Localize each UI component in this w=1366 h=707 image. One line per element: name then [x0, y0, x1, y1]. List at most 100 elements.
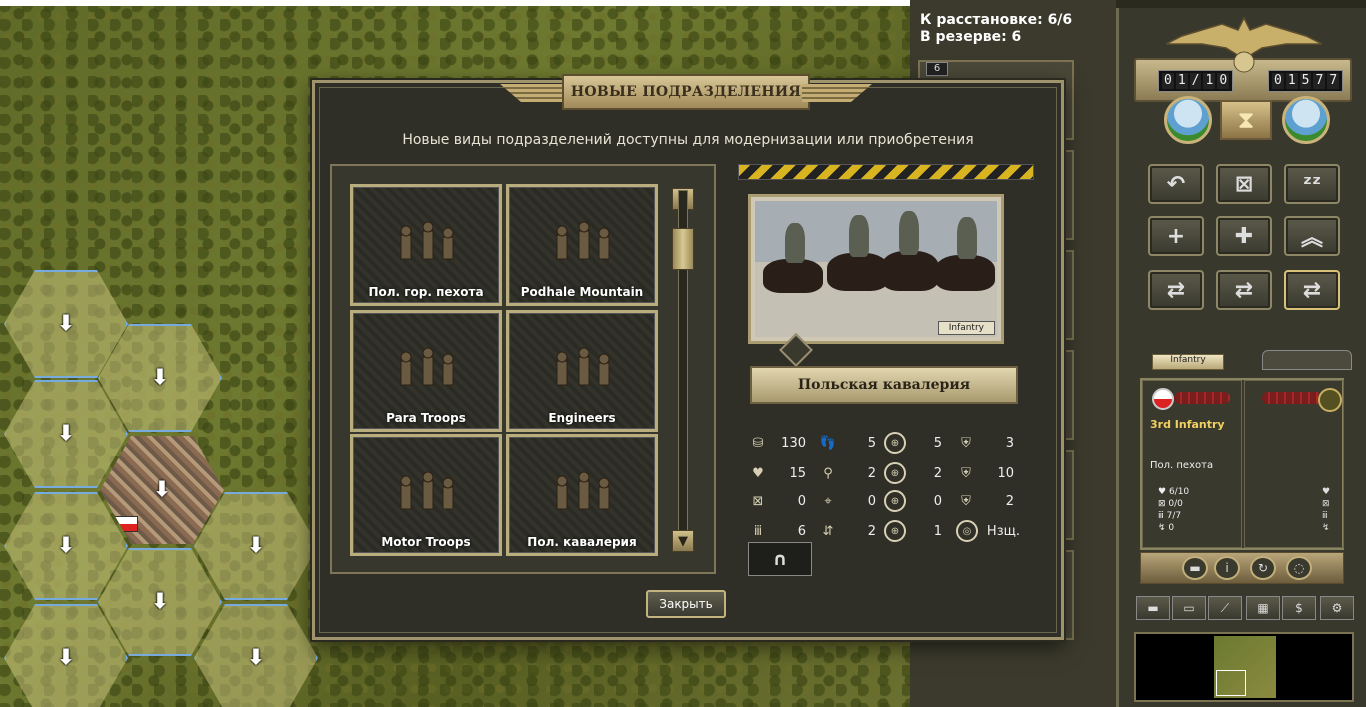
disband-button[interactable]: ⊠	[1216, 164, 1272, 204]
ammo-icon: ⅲ	[753, 523, 763, 539]
binoculars-icon: ⚲	[823, 465, 833, 481]
grid-toggle-button[interactable]: ▦	[1246, 596, 1280, 620]
turn-digit: 1	[1203, 73, 1216, 89]
slot-count-badge: 6	[926, 62, 948, 76]
unit-stat-value: 0	[867, 493, 876, 509]
chat-icon[interactable]: ◌	[1286, 556, 1312, 580]
cavalry-photo	[755, 201, 997, 337]
upgrade-button[interactable]: ︽	[1284, 216, 1340, 256]
rotate-icon[interactable]: ↻	[1250, 556, 1276, 580]
horse-shape	[881, 251, 939, 291]
left-wing-icon	[500, 84, 570, 102]
turn-digit: 1	[1175, 73, 1188, 89]
fuel-icon: ⊠	[752, 493, 764, 509]
unit-stat: ⊕ 1	[884, 520, 942, 542]
unit-stat: ⇵ 2	[818, 520, 876, 542]
unit-option-label: Para Troops	[386, 411, 466, 425]
tank-icon[interactable]: ▬	[1182, 556, 1208, 580]
unit-stat-value: 2	[1005, 493, 1014, 509]
photo-class-tag: Infantry	[937, 321, 995, 335]
crosshair-soft-icon: ⊕	[884, 432, 906, 454]
shop-button[interactable]: $	[1282, 596, 1316, 620]
unit-stat-value: 5	[867, 435, 876, 451]
prestige-digit: 7	[1313, 73, 1326, 89]
rider-shape	[957, 217, 977, 259]
minimap[interactable]	[1134, 632, 1354, 702]
swap-unit-button[interactable]: ⇄	[1284, 270, 1340, 310]
unit-stat: ⌖ 0	[818, 490, 876, 512]
unit-option[interactable]: Para Troops	[350, 310, 502, 432]
fuel-icon: ⊠	[1158, 499, 1169, 509]
reinforce-button[interactable]: +	[1148, 216, 1204, 256]
shield-infantry-icon: ⛨	[961, 465, 971, 481]
shield-air-icon: ⛨	[961, 493, 971, 509]
unit-option[interactable]: Motor Troops	[350, 434, 502, 556]
initiative-icon: ◎	[956, 520, 978, 542]
deploy-arrow-icon: ⬇	[246, 645, 266, 671]
unit-option[interactable]: Пол. кавалерия	[506, 434, 658, 556]
settings-gear-icon[interactable]: ⚙	[1320, 596, 1354, 620]
experience-icon: ↯	[1322, 523, 1330, 533]
elite-reinforce-button[interactable]: ✚	[1216, 216, 1272, 256]
unit-option-label: Пол. гор. пехота	[368, 285, 484, 299]
unit-ammo: 7/7	[1166, 511, 1182, 521]
selected-unit-name-plate: Польская кавалерия	[750, 366, 1018, 404]
unit-tab-secondary[interactable]	[1262, 350, 1352, 370]
turn-digit: /	[1189, 73, 1202, 89]
minimap-viewport[interactable]	[1216, 670, 1246, 696]
crosshair-naval-icon: ⊕	[884, 520, 906, 542]
scroll-down-button[interactable]: ▼	[672, 530, 694, 552]
unit-sprite-icon	[383, 467, 473, 523]
transport-list-button[interactable]: ▭	[1172, 596, 1206, 620]
deploy-arrow-icon: ⬇	[56, 311, 76, 337]
unit-photo: Infantry	[748, 194, 1004, 344]
map-top-strip	[0, 0, 910, 6]
sleep-button[interactable]: ᶻᶻ	[1284, 164, 1340, 204]
unit-stat: ⊕ 2	[884, 462, 942, 484]
unit-stat: ⛁ 130	[748, 432, 806, 454]
weather-forecast-globe-icon	[1282, 96, 1330, 144]
unit-stat: ⛨ 2	[956, 490, 1014, 512]
unit-stat-value: 6	[797, 523, 806, 539]
deploy-arrow-icon: ⬇	[56, 645, 76, 671]
unit-option[interactable]: Engineers	[506, 310, 658, 432]
artillery-list-button[interactable]: ⟋	[1208, 596, 1242, 620]
deploy-arrow-icon: ⬇	[56, 421, 76, 447]
crosshair-air-icon: ⊕	[884, 490, 906, 512]
photo-hazard-bar	[738, 164, 1034, 180]
unit-sprite-icon	[539, 343, 629, 399]
unit-option-label: Engineers	[548, 411, 616, 425]
embark-transport-button[interactable]: ⇄	[1216, 270, 1272, 310]
unit-card: 3rd Infantry Пол. пехота ♥ 6/10 ⊠ 0/0 ⅲ …	[1140, 378, 1344, 550]
unit-experience: 0	[1168, 523, 1175, 533]
unit-stat-value: 2	[933, 465, 942, 481]
scroll-thumb[interactable]	[672, 228, 694, 270]
crosshair-hard-icon: ⊕	[884, 462, 906, 484]
unit-tab[interactable]: Infantry	[1152, 354, 1224, 370]
eagle-emblem-icon	[1166, 16, 1322, 73]
unit-stat-value: 1	[933, 523, 942, 539]
unit-name: 3rd Infantry	[1150, 418, 1225, 431]
deploy-arrow-icon: ⬇	[150, 589, 170, 615]
end-turn-hourglass-icon[interactable]: ⧗	[1220, 100, 1272, 140]
tank-list-button[interactable]: ▬	[1136, 596, 1170, 620]
unit-stat: ⅲ6	[748, 520, 806, 542]
unit-option[interactable]: Podhale Mountain	[506, 184, 658, 306]
deploy-arrow-icon: ⬇	[246, 533, 266, 559]
unit-rank-bar	[1174, 392, 1230, 404]
unit-stats: ♥ 6/10 ⊠ 0/0 ⅲ 7/7 ↯ 0	[1158, 486, 1189, 534]
unit-stat: ⚲ 2	[818, 462, 876, 484]
close-button[interactable]: Закрыть	[646, 590, 726, 618]
embark-naval-button[interactable]: ⇄	[1148, 270, 1204, 310]
fuel-icon: ⊠	[1322, 499, 1330, 509]
rider-shape	[899, 211, 919, 255]
unit-sprite-icon	[539, 217, 629, 273]
weather-globe-icon	[1164, 96, 1212, 144]
unit-stat-value: 15	[789, 465, 806, 481]
unit-option-label: Podhale Mountain	[520, 285, 644, 299]
unit-stat-value: 0	[933, 493, 942, 509]
unit-sprite-icon	[383, 217, 473, 273]
undo-button[interactable]: ↶	[1148, 164, 1204, 204]
unit-option[interactable]: Пол. гор. пехота	[350, 184, 502, 306]
info-icon[interactable]: i	[1214, 556, 1240, 580]
